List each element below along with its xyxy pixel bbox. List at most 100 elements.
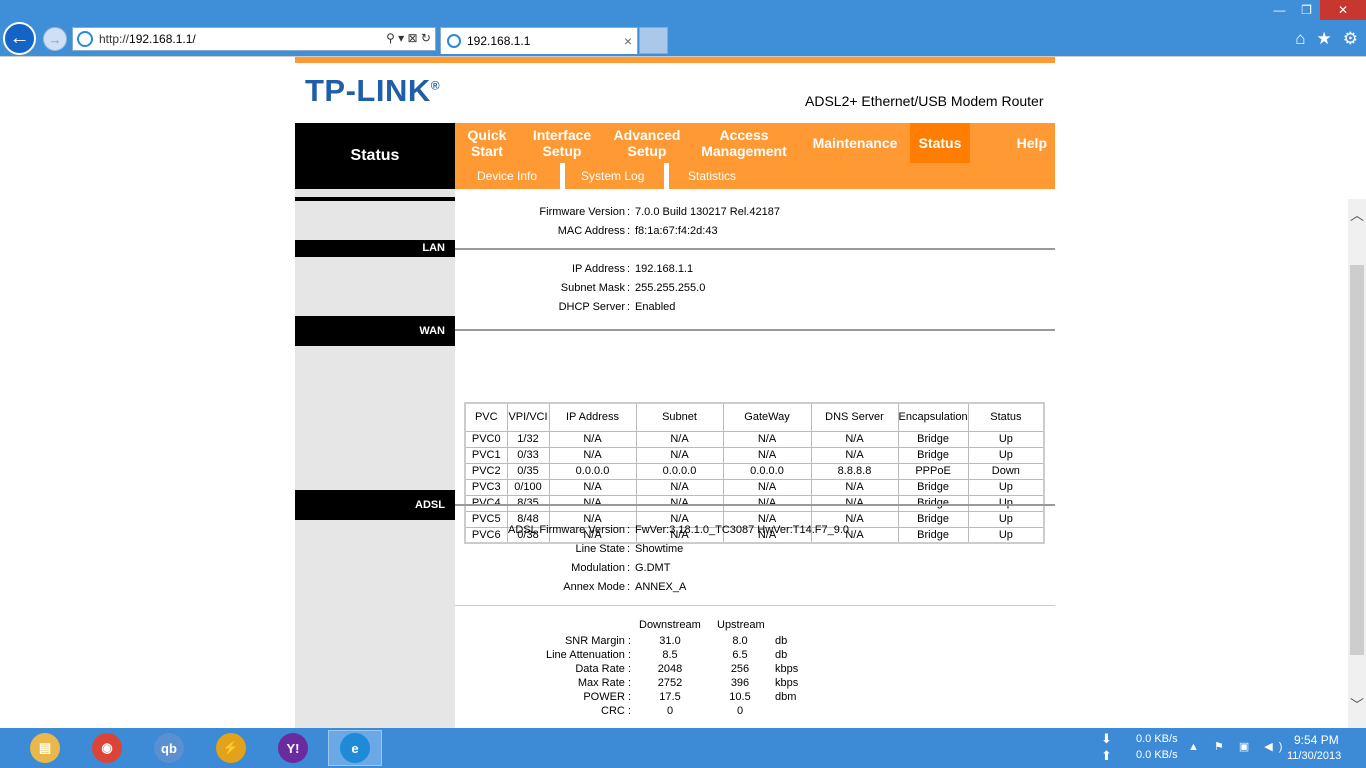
- chrome-icon: ◉: [92, 733, 122, 763]
- taskbar-app-winamp[interactable]: ⚡: [204, 730, 258, 766]
- status-content: Firmware Version: 7.0.0 Build 130217 Rel…: [455, 189, 1055, 728]
- lan-dhcp-row: DHCP Server: Enabled: [558, 301, 676, 313]
- menu-status[interactable]: Status: [910, 123, 970, 163]
- line-state-row: Line State: Showtime: [575, 543, 684, 555]
- submenu-divider: [560, 163, 565, 189]
- address-bar[interactable]: http://192.168.1.1/ ⚲ ▾ ⊠ ↻: [72, 27, 436, 51]
- wan-col-dns: DNS Server: [810, 402, 899, 432]
- menu-quick-start[interactable]: Quick Start: [455, 123, 519, 163]
- lan-ip-row: IP Address: 192.168.1.1: [572, 263, 694, 275]
- upload-arrow-icon: ⬆: [1101, 748, 1112, 763]
- adsl-stat-row: SNR Margin : 31.0 8.0 db: [455, 635, 1055, 649]
- annex-mode-row: Annex Mode: ANNEX_A: [563, 581, 687, 593]
- wan-cell: N/A: [635, 430, 724, 448]
- wan-cell: Up: [967, 478, 1045, 496]
- sidebar-lan-label: LAN: [295, 240, 455, 257]
- adsl-fw-row: ADSL Firmware Version: FwVer:3.18.1.0_TC…: [508, 524, 850, 536]
- wan-cell: N/A: [722, 446, 812, 464]
- sidebar: LAN WAN ADSL: [295, 189, 455, 728]
- adsl-stat-upstream: 6.5: [732, 649, 748, 661]
- section-title: Status: [295, 123, 455, 189]
- new-tab-button[interactable]: [639, 27, 668, 54]
- wan-cell: N/A: [722, 478, 812, 496]
- clock-date[interactable]: 11/30/2013: [1287, 750, 1341, 762]
- taskbar-app-file-explorer[interactable]: ▤: [18, 730, 72, 766]
- page-scrollbar[interactable]: ︿ ﹀: [1348, 199, 1366, 728]
- restore-icon[interactable]: ❐: [1293, 0, 1320, 20]
- lan-mask-row: Subnet Mask: 255.255.255.0: [560, 282, 706, 294]
- scroll-down-icon[interactable]: ﹀: [1348, 695, 1366, 715]
- back-button[interactable]: ←: [3, 22, 36, 55]
- menu-advanced-setup[interactable]: Advanced Setup: [607, 123, 687, 163]
- forward-button[interactable]: →: [43, 27, 67, 51]
- minimize-icon[interactable]: —: [1266, 0, 1293, 20]
- adsl-stat-unit: db: [775, 635, 788, 647]
- scrollbar-thumb[interactable]: [1350, 265, 1364, 655]
- wan-cell: Bridge: [897, 446, 969, 464]
- scroll-up-icon[interactable]: ︿: [1348, 205, 1366, 225]
- adsl-stat-upstream: 10.5: [729, 691, 751, 703]
- wan-cell: N/A: [548, 430, 637, 448]
- submenu-system-log[interactable]: System Log: [581, 163, 644, 189]
- menu-access-management[interactable]: Access Management: [697, 123, 791, 163]
- line-state-label: Line State: [575, 543, 625, 555]
- lan-dhcp-label: DHCP Server: [558, 301, 625, 313]
- wan-table: PVC VPI/VCI IP Address Subnet GateWay DN…: [464, 402, 1046, 544]
- menu-help[interactable]: Help: [985, 123, 1055, 163]
- router-page: TP-LINK® ADSL2+ Ethernet/USB Modem Route…: [0, 56, 1366, 728]
- tray-icons[interactable]: ▲ ⚑ ▣ ◀): [1188, 740, 1288, 753]
- wan-cell: 1/32: [506, 430, 550, 448]
- tab-title: 192.168.1.1: [467, 34, 531, 48]
- menu-interface-setup[interactable]: Interface Setup: [527, 123, 597, 163]
- modulation-label: Modulation: [571, 562, 625, 574]
- settings-icon[interactable]: ⚙: [1343, 29, 1358, 49]
- url-text[interactable]: http://192.168.1.1/: [99, 32, 196, 46]
- divider: [455, 504, 1055, 506]
- favorites-icon[interactable]: ★: [1317, 29, 1332, 49]
- home-icon[interactable]: ⌂: [1295, 29, 1305, 49]
- taskbar-app-qbittorrent[interactable]: qb: [142, 730, 196, 766]
- modulation-value: G.DMT: [635, 562, 671, 574]
- adsl-stat-label: Max Rate :: [577, 677, 631, 689]
- menu-maintenance[interactable]: Maintenance: [805, 123, 905, 163]
- download-speed: 0.0 KB/s: [1136, 733, 1178, 745]
- wan-col-pvc: PVC: [464, 402, 508, 432]
- wan-cell: 8.8.8.8: [810, 462, 899, 480]
- taskbar-app-yahoo-messenger[interactable]: Y!: [266, 730, 320, 766]
- adsl-stat-row: Max Rate : 2752 396 kbps: [455, 677, 1055, 691]
- tp-link-logo: TP-LINK®: [305, 73, 441, 108]
- taskbar-app-chrome[interactable]: ◉: [80, 730, 134, 766]
- wan-cell: Up: [967, 430, 1045, 448]
- adsl-stat-downstream: 2752: [657, 677, 683, 689]
- submenu-device-info[interactable]: Device Info: [477, 163, 537, 189]
- mac-address-value: f8:1a:67:f4:2d:43: [635, 225, 718, 237]
- mac-address-label: MAC Address: [557, 225, 625, 237]
- adsl-stat-upstream: 0: [736, 705, 744, 717]
- wan-table-row: PVC0 1/32 N/A N/A N/A N/A Bridge Up: [464, 430, 1045, 448]
- wan-cell: 0.0.0.0: [635, 462, 724, 480]
- address-tools-icon[interactable]: ⚲ ▾ ⊠ ↻: [386, 31, 431, 45]
- taskbar-app-internet-explorer[interactable]: e: [328, 730, 382, 766]
- adsl-stat-row: Line Attenuation : 8.5 6.5 db: [455, 649, 1055, 663]
- yahoo-messenger-icon: Y!: [278, 733, 308, 763]
- wan-col-ip: IP Address: [548, 402, 637, 432]
- close-tab-icon[interactable]: ×: [624, 33, 632, 49]
- submenu-divider: [664, 163, 669, 189]
- adsl-stat-row: POWER : 17.5 10.5 dbm: [455, 691, 1055, 705]
- upload-speed: 0.0 KB/s: [1136, 749, 1178, 761]
- wan-table-row: PVC3 0/100 N/A N/A N/A N/A Bridge Up: [464, 478, 1045, 496]
- clock-time[interactable]: 9:54 PM: [1294, 733, 1339, 747]
- wan-cell: N/A: [548, 494, 637, 512]
- browser-tab[interactable]: 192.168.1.1 ×: [440, 27, 638, 54]
- upstream-header: Upstream: [717, 619, 765, 631]
- qbittorrent-icon: qb: [154, 733, 184, 763]
- wan-cell: N/A: [722, 430, 812, 448]
- wan-cell: N/A: [810, 478, 899, 496]
- line-state-value: Showtime: [635, 543, 684, 555]
- adsl-stat-unit: kbps: [775, 663, 799, 675]
- adsl-stat-downstream: 2048: [657, 663, 683, 675]
- close-window-icon[interactable]: ✕: [1320, 0, 1366, 20]
- wan-table-header: PVC VPI/VCI IP Address Subnet GateWay DN…: [464, 402, 1045, 432]
- submenu-statistics[interactable]: Statistics: [688, 163, 736, 189]
- annex-mode-value: ANNEX_A: [635, 581, 687, 593]
